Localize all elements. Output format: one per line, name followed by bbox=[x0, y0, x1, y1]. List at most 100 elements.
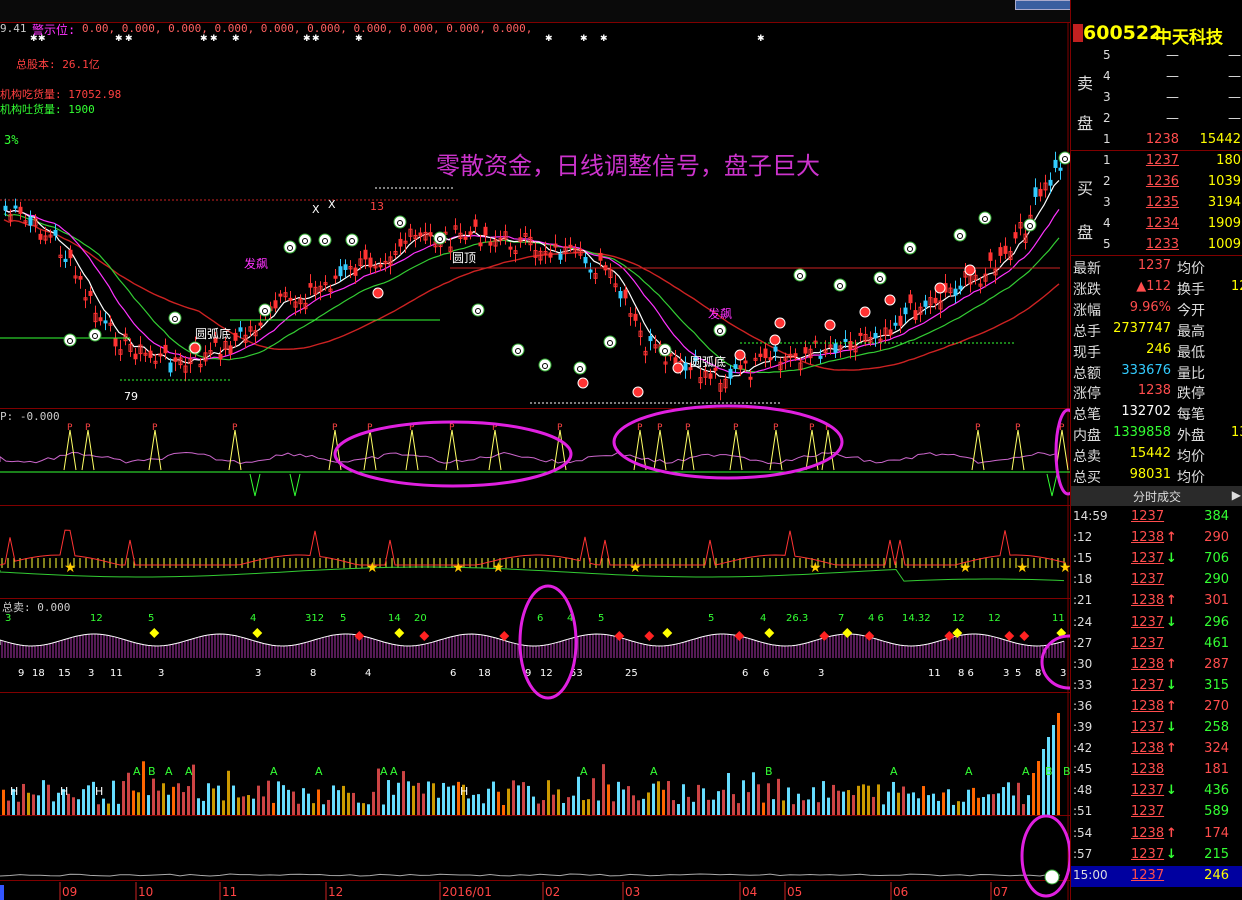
diamond-marker-icon bbox=[394, 628, 405, 638]
stat-row: 总额 333676 量比 bbox=[1071, 361, 1242, 382]
top-star-marker: ✱ bbox=[580, 34, 588, 44]
bid-level: 3 bbox=[1103, 195, 1111, 209]
stat-row: 总笔 132702 每笔 bbox=[1071, 402, 1242, 423]
tick-price: 1238 bbox=[1131, 530, 1165, 546]
ask-side-char1: 卖 bbox=[1077, 74, 1094, 93]
count-label: 5 bbox=[708, 613, 714, 624]
tick-row[interactable]: :39 1237 ↓ 258 bbox=[1071, 718, 1242, 739]
tick-time: :51 bbox=[1073, 804, 1093, 819]
volume-signal-label: A bbox=[380, 765, 388, 778]
ask-price: 1238 bbox=[1145, 132, 1179, 147]
tick-row[interactable]: 15:00 1237 246 bbox=[1071, 865, 1242, 887]
pattern-label-arc-bottom: 圆弧底 bbox=[195, 326, 231, 341]
chart-canvas[interactable]: 圆弧底圆顶圆弧底发飙发飙X X 1379✱ ✱ ✱ ✱ ✱ ✱ ✱ ✱ ✱ ✱ ✱ ✱ ✱ ✱P P P P P P P P… bbox=[0, 0, 1070, 900]
tick-row[interactable]: :45 1238 181 bbox=[1071, 760, 1242, 781]
bid-row[interactable]: 3 1235 3194 bbox=[1071, 193, 1242, 214]
ticks-title: 分时成交 bbox=[1132, 490, 1181, 504]
tick-row[interactable]: :57 1237 ↓ 215 bbox=[1071, 845, 1242, 866]
ask-row[interactable]: 2 — — bbox=[1071, 109, 1242, 130]
volume-bar bbox=[822, 781, 825, 815]
count-label: 5 bbox=[340, 613, 346, 624]
volume-bar bbox=[342, 785, 345, 815]
volume-bar bbox=[127, 772, 130, 815]
tick-row[interactable]: :54 1238 ↑ 174 bbox=[1071, 824, 1242, 845]
tick-row[interactable]: :15 1237 ↓ 706 bbox=[1071, 549, 1242, 570]
signal-dot-icon bbox=[964, 264, 976, 276]
ticks-header[interactable]: 分时成交 ▶ bbox=[1071, 486, 1242, 506]
p-marker: P bbox=[1015, 423, 1021, 433]
tick-price: 1237 bbox=[1131, 783, 1165, 799]
bid-level: 5 bbox=[1103, 237, 1111, 251]
kline-chart-area[interactable]: 圆弧底 圆顶 圆弧底 发飙 发飙 X X 13 79 ✱ ✱ ✱ ✱ ✱ ✱ ✱ ✱ ✱ ✱ ✱ ✱ ✱ ✱ P P P P P P P P… bbox=[0, 0, 1070, 900]
bid-row[interactable]: 4 1234 1909 bbox=[1071, 214, 1242, 235]
candle-body bbox=[623, 289, 628, 299]
ask-row[interactable]: 1 1238 15442 bbox=[1071, 130, 1242, 151]
volume-bar bbox=[507, 788, 510, 815]
ticks-expand-icon[interactable]: ▶ bbox=[1232, 488, 1241, 502]
bid-row[interactable]: 5 1233 1009 bbox=[1071, 235, 1242, 256]
tick-price: 1237 bbox=[1131, 867, 1165, 883]
volume-bar bbox=[322, 804, 325, 815]
ask-volume: — bbox=[1228, 90, 1241, 105]
ma-line-white bbox=[3, 179, 1060, 379]
volume-bar bbox=[897, 792, 900, 815]
volume-bar bbox=[722, 789, 725, 815]
p-spike bbox=[81, 429, 95, 471]
volume-bar bbox=[642, 798, 645, 815]
count-label: 14.32 bbox=[902, 613, 931, 624]
candle-body bbox=[173, 357, 178, 362]
tick-row[interactable]: :30 1238 ↑ 287 bbox=[1071, 655, 1242, 676]
volume-signal-label: A bbox=[270, 765, 278, 778]
tick-price: 1237 bbox=[1131, 677, 1165, 693]
bid-volume: 1909 bbox=[1207, 216, 1241, 231]
stat-label-2: 换手 bbox=[1177, 281, 1205, 298]
ask-row[interactable]: 4 — — bbox=[1071, 67, 1242, 88]
stat-label: 总额 bbox=[1073, 365, 1101, 382]
p-spike bbox=[445, 429, 459, 471]
tick-row[interactable]: :21 1238 ↑ 301 bbox=[1071, 591, 1242, 612]
volume-signal-label: A bbox=[185, 765, 193, 778]
candle-body bbox=[398, 238, 403, 247]
smiley-marker-icon bbox=[953, 228, 967, 242]
volume-bar bbox=[372, 791, 375, 815]
tick-time: 14:59 bbox=[1073, 509, 1108, 523]
volume-bar bbox=[572, 795, 575, 815]
diamond-marker-icon bbox=[662, 628, 673, 638]
tick-row[interactable]: :18 1237 290 bbox=[1071, 570, 1242, 591]
volume-bar bbox=[1022, 804, 1025, 815]
tick-row[interactable]: :12 1238 ↑ 290 bbox=[1071, 528, 1242, 549]
tick-row[interactable]: :42 1238 ↑ 324 bbox=[1071, 739, 1242, 760]
signal-dot-icon bbox=[769, 334, 781, 346]
tick-row[interactable]: :51 1237 589 bbox=[1071, 802, 1242, 823]
tick-row[interactable]: :27 1237 461 bbox=[1071, 634, 1242, 655]
volume-bar bbox=[682, 784, 685, 815]
tick-row[interactable]: :24 1237 ↓ 296 bbox=[1071, 613, 1242, 634]
tick-row[interactable]: :33 1237 ↓ 315 bbox=[1071, 676, 1242, 697]
volume-bar bbox=[357, 802, 360, 815]
bid-row[interactable]: 1 1237 180 bbox=[1071, 151, 1242, 172]
tick-row[interactable]: 14:59 1237 384 bbox=[1071, 507, 1242, 528]
bid-row[interactable]: 2 1236 1039 bbox=[1071, 172, 1242, 193]
volume-bar bbox=[1012, 795, 1015, 815]
tick-row[interactable]: :48 1237 ↓ 436 bbox=[1071, 781, 1242, 802]
ask-row[interactable]: 3 — — bbox=[1071, 88, 1242, 109]
signal-dot-icon bbox=[859, 306, 871, 318]
stat-label-2: 最高 bbox=[1177, 323, 1205, 340]
stat-label-2: 均价 bbox=[1177, 261, 1205, 277]
p-spike bbox=[148, 429, 162, 471]
volume-bar bbox=[387, 780, 390, 815]
volume-bar bbox=[417, 782, 420, 815]
candle-body bbox=[353, 267, 358, 276]
count-label: 26.3 bbox=[786, 613, 808, 624]
smiley-marker-icon bbox=[903, 241, 917, 255]
tick-row[interactable]: :36 1238 ↑ 270 bbox=[1071, 697, 1242, 718]
stat-value: 98031 bbox=[1129, 467, 1171, 482]
quote-title: 600522 中天科技 bbox=[1071, 22, 1242, 48]
candle-body bbox=[338, 266, 343, 277]
volume-bar bbox=[852, 795, 855, 815]
volume-bar bbox=[182, 792, 185, 815]
volume-bar bbox=[1027, 795, 1030, 815]
volume-bar bbox=[212, 788, 215, 815]
ask-row[interactable]: 5 — — bbox=[1071, 46, 1242, 67]
tick-volume: 589 bbox=[1204, 804, 1229, 820]
